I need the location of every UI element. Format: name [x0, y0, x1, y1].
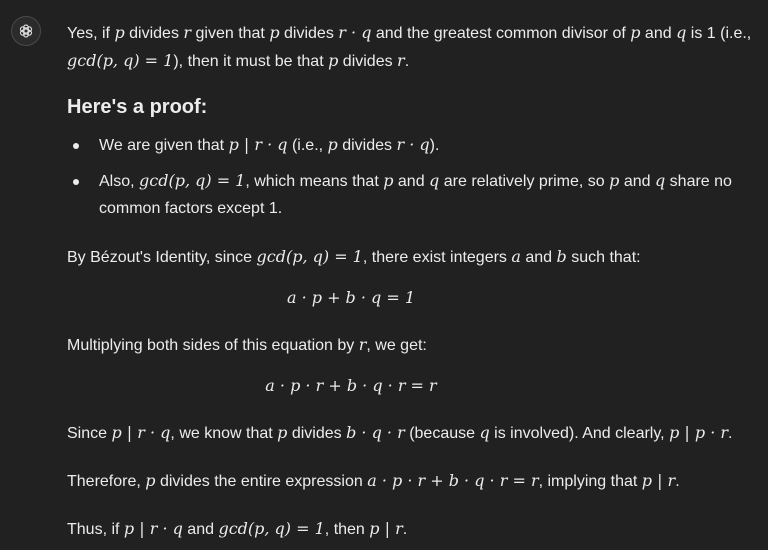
bullet-dot — [73, 143, 79, 149]
multiplying-line: Multiplying both sides of this equation … — [67, 335, 427, 354]
bullet-dot — [73, 179, 79, 185]
since-line: Since p | r · q, we know that p divides … — [67, 423, 733, 442]
thus-line: Thus, if p | r · q and gcd(p, q) = 1, th… — [67, 519, 408, 538]
proof-heading: Here's a proof: — [67, 96, 208, 118]
intro-line-2: gcd(p, q) = 1), then it must be that p d… — [67, 51, 410, 70]
intro-line-1: Yes, if p divides r given that p divides… — [67, 23, 752, 42]
therefore-line: Therefore, p divides the entire expressi… — [67, 471, 680, 490]
bullet-2-line-1: Also, gcd(p, q) = 1, which means that p … — [99, 171, 732, 190]
equation-2: a · p · r + b · q · r = r — [265, 376, 437, 395]
openai-logo-icon — [19, 24, 33, 38]
assistant-avatar — [11, 16, 41, 46]
bullet-2-line-2: common factors except 1. — [99, 200, 283, 217]
equation-1: a · p + b · q = 1 — [286, 288, 416, 307]
bezout-line: By Bézout's Identity, since gcd(p, q) = … — [67, 247, 641, 266]
bullet-1: We are given that p | r · q (i.e., p div… — [99, 135, 440, 154]
